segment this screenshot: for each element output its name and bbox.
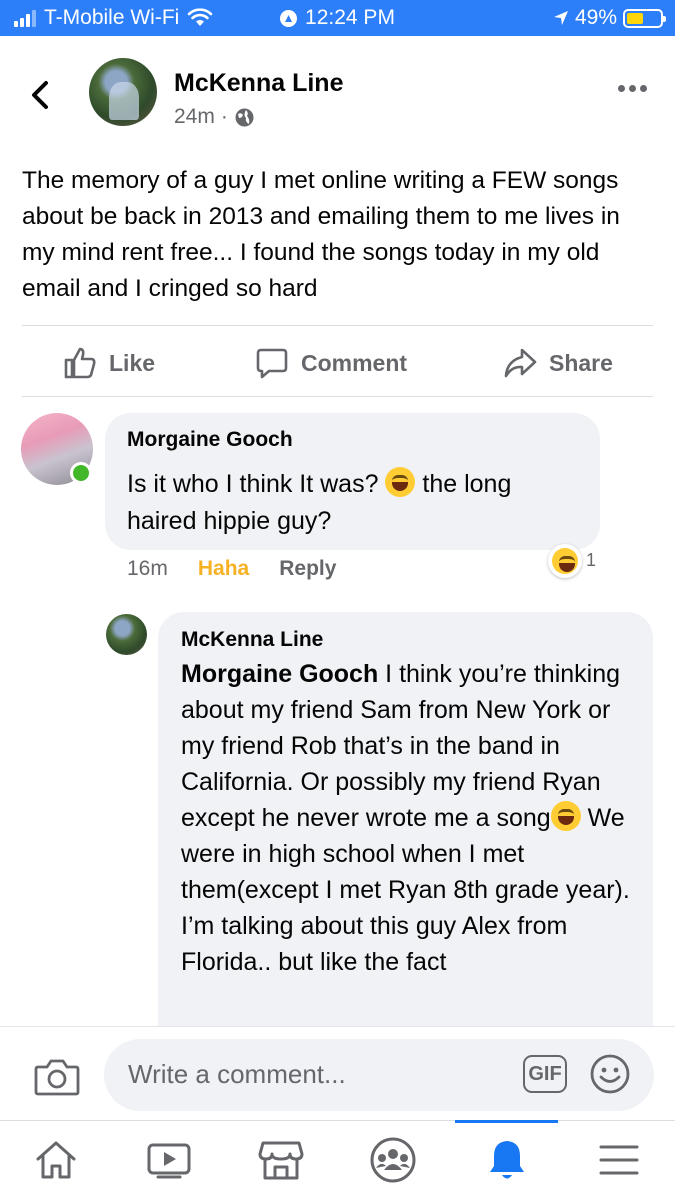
camera-icon[interactable] bbox=[34, 1057, 80, 1097]
reply-button[interactable]: Reply bbox=[279, 557, 336, 581]
groups-icon bbox=[370, 1137, 416, 1183]
globe-icon bbox=[235, 108, 254, 126]
thumbs-up-icon bbox=[64, 347, 96, 379]
comment-time[interactable]: 16m bbox=[127, 557, 168, 581]
battery-fill bbox=[627, 12, 643, 24]
comment-text-part: Is it who I think It was? bbox=[127, 470, 386, 498]
reply-text: Morgaine Gooch I think you’re thinking a… bbox=[181, 656, 643, 980]
smiley-icon[interactable] bbox=[589, 1053, 631, 1095]
haha-reaction-button[interactable]: Haha bbox=[198, 557, 249, 581]
comment-text: Is it who I think It was? the long haire… bbox=[127, 466, 587, 540]
back-chevron-icon[interactable] bbox=[26, 77, 56, 113]
reply-author-avatar[interactable] bbox=[106, 614, 147, 655]
nav-groups[interactable] bbox=[363, 1135, 423, 1185]
notifications-bell-icon bbox=[490, 1141, 524, 1179]
status-bar: T-Mobile Wi-Fi ▲ 12:24 PM 49% bbox=[0, 0, 675, 36]
battery-percent: 49% bbox=[574, 6, 617, 29]
nav-marketplace[interactable] bbox=[251, 1135, 311, 1185]
bottom-navigation bbox=[0, 1120, 675, 1200]
comment-composer: Write a comment... bbox=[0, 1026, 675, 1120]
author-name[interactable]: McKenna Line bbox=[174, 69, 343, 98]
comment-author[interactable]: Morgaine Gooch bbox=[127, 428, 293, 452]
meta-separator: · bbox=[220, 105, 228, 128]
reaction-count: 1 bbox=[586, 550, 597, 570]
post-actions: Like Comment Share bbox=[0, 340, 675, 386]
like-label: Like bbox=[109, 349, 156, 376]
post-header: McKenna Line 24m · bbox=[0, 55, 675, 135]
post-time[interactable]: 24m bbox=[174, 105, 215, 129]
comment-button[interactable]: Comment bbox=[255, 346, 407, 380]
comment-label: Comment bbox=[301, 349, 408, 376]
post-text: The memory of a guy I met online writing… bbox=[22, 167, 620, 302]
location-arrow-icon bbox=[553, 11, 568, 25]
comment-meta: 16m Haha Reply bbox=[127, 557, 336, 581]
divider-bottom bbox=[22, 396, 653, 397]
laughing-tears-emoji-icon bbox=[385, 467, 416, 497]
home-icon bbox=[36, 1141, 76, 1179]
comment-input[interactable]: Write a comment... bbox=[104, 1039, 654, 1111]
reply-author[interactable]: McKenna Line bbox=[181, 628, 323, 652]
share-button[interactable]: Share bbox=[503, 346, 613, 380]
more-horizontal-icon-dot bbox=[618, 85, 625, 92]
nav-menu[interactable] bbox=[589, 1135, 649, 1185]
marketplace-icon bbox=[258, 1141, 304, 1180]
active-tab-indicator bbox=[455, 1120, 558, 1123]
haha-emoji-icon bbox=[552, 548, 578, 574]
share-arrow-icon bbox=[504, 348, 537, 378]
nav-notifications[interactable] bbox=[477, 1135, 537, 1185]
more-horizontal-icon-dot bbox=[640, 85, 647, 92]
status-right: 49% bbox=[553, 6, 666, 30]
online-status-dot bbox=[70, 462, 92, 484]
post-meta: 24m · bbox=[174, 105, 255, 129]
battery-icon bbox=[623, 8, 666, 28]
author-avatar[interactable] bbox=[89, 58, 157, 126]
divider-top bbox=[22, 325, 653, 326]
laughing-tears-emoji-icon bbox=[550, 801, 581, 831]
menu-icon bbox=[599, 1145, 639, 1175]
alarm-icon: ▲ bbox=[280, 9, 298, 27]
like-button[interactable]: Like bbox=[63, 346, 155, 380]
gif-button[interactable]: GIF bbox=[523, 1055, 567, 1093]
nav-home[interactable] bbox=[26, 1135, 86, 1185]
clock: 12:24 PM bbox=[305, 6, 395, 29]
comment-bubble-icon bbox=[256, 348, 288, 379]
more-horizontal-icon-dot bbox=[629, 85, 636, 92]
nav-watch[interactable] bbox=[139, 1135, 199, 1185]
more-options-button[interactable] bbox=[618, 85, 647, 92]
mention-link[interactable]: Morgaine Gooch bbox=[181, 660, 378, 688]
share-label: Share bbox=[549, 349, 613, 376]
reaction-summary[interactable] bbox=[548, 544, 582, 578]
video-icon bbox=[147, 1143, 191, 1179]
